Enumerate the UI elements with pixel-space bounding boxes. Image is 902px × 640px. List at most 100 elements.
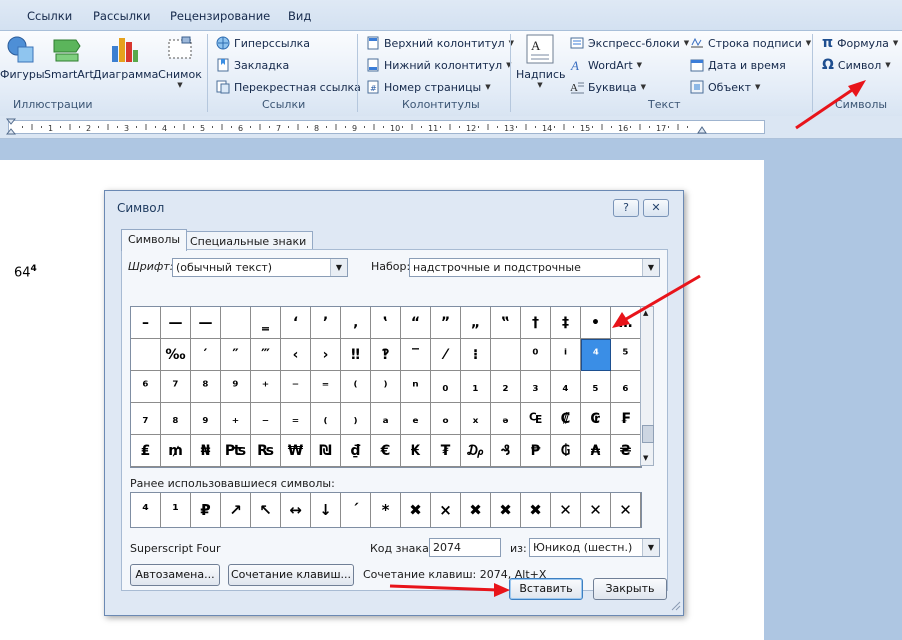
recent-symbol-cell[interactable]: ✕ <box>611 493 641 527</box>
symbol-cell[interactable]: ₀ <box>431 371 461 403</box>
symbol-cell[interactable]: ₄ <box>551 371 581 403</box>
symbol-cell[interactable] <box>491 339 521 371</box>
horizontal-ruler[interactable]: 1 2 3 4 5 6 7 8 9 10 11 12 13 14 15 16 17 <box>8 120 765 134</box>
symbol-cell[interactable]: ₍ <box>311 403 341 435</box>
symbol-cell[interactable]: ₐ <box>371 403 401 435</box>
page-number-button[interactable]: # Номер страницы ▼ <box>366 78 491 96</box>
symbol-cell[interactable]: „ <box>461 307 491 339</box>
subset-select[interactable]: надстрочные и подстрочные ▼ <box>409 258 660 277</box>
symbol-cell[interactable]: ₮ <box>431 435 461 467</box>
symbol-cell[interactable]: ₭ <box>401 435 431 467</box>
symbol-cell[interactable]: “ <box>401 307 431 339</box>
symbol-cell[interactable]: ₫ <box>341 435 371 467</box>
drop-cap-button[interactable]: A Буквица ▼ <box>570 78 646 96</box>
recent-symbol-cell[interactable]: × <box>431 493 461 527</box>
symbol-cell[interactable]: ‗ <box>251 307 281 339</box>
recent-symbol-cell[interactable]: ₽ <box>191 493 221 527</box>
header-button[interactable]: Верхний колонтитул ▼ <box>366 34 514 52</box>
close-button[interactable]: Закрыть <box>593 578 667 600</box>
symbol-cell[interactable]: ⁄ <box>431 339 461 371</box>
symbol-cell[interactable]: ’ <box>311 307 341 339</box>
close-icon[interactable]: ✕ <box>643 199 669 217</box>
right-indent-marker-icon[interactable] <box>697 122 707 137</box>
recent-symbol-cell[interactable]: ´ <box>341 493 371 527</box>
symbol-cell[interactable]: ⁿ <box>401 371 431 403</box>
symbol-cell[interactable]: ‛ <box>371 307 401 339</box>
help-button[interactable]: ? <box>613 199 639 217</box>
symbol-cell[interactable]: ₈ <box>161 403 191 435</box>
grid-scrollbar[interactable]: ▲ ▼ <box>640 306 654 466</box>
symbol-cell[interactable]: ₩ <box>281 435 311 467</box>
symbol-cell[interactable]: ‚ <box>341 307 371 339</box>
textbox-button[interactable]: A Надпись ▼ <box>516 32 566 89</box>
recent-symbol-cell[interactable]: ↗ <box>221 493 251 527</box>
recent-symbol-cell[interactable]: ✕ <box>581 493 611 527</box>
symbol-cell[interactable]: ₤ <box>131 435 161 467</box>
symbol-cell-selected[interactable]: ⁴ <box>581 339 611 371</box>
resize-grip-icon[interactable] <box>671 601 681 614</box>
symbol-cell[interactable]: ₓ <box>461 403 491 435</box>
scroll-thumb[interactable] <box>642 425 654 443</box>
symbol-cell[interactable]: ⁵ <box>611 339 641 371</box>
autocorrect-button[interactable]: Автозамена... <box>130 564 220 586</box>
symbol-cell[interactable]: ₅ <box>581 371 611 403</box>
symbol-cell[interactable]: ₧ <box>221 435 251 467</box>
symbol-cell[interactable]: ₣ <box>611 403 641 435</box>
signature-line-button[interactable]: Строка подписи ▼ <box>690 34 811 52</box>
tab-mailings[interactable]: Рассылки <box>93 9 150 23</box>
recent-symbol-cell[interactable]: ↓ <box>311 493 341 527</box>
symbol-cell[interactable]: ⁻ <box>281 371 311 403</box>
symbol-cell[interactable]: ‡ <box>551 307 581 339</box>
symbol-cell[interactable]: ⁰ <box>521 339 551 371</box>
bookmark-button[interactable]: Закладка <box>216 56 289 74</box>
cross-reference-button[interactable]: Перекрестная ссылка <box>216 78 361 96</box>
symbol-cell[interactable]: ‴ <box>251 339 281 371</box>
recent-symbol-cell[interactable]: ✖ <box>491 493 521 527</box>
symbol-cell[interactable]: ⁸ <box>191 371 221 403</box>
shortcut-key-button[interactable]: Сочетание клавиш... <box>228 564 354 586</box>
hyperlink-button[interactable]: Гиперссылка <box>216 34 310 52</box>
code-input[interactable]: 2074 <box>429 538 501 557</box>
symbol-cell[interactable]: ₯ <box>461 435 491 467</box>
symbol-cell[interactable]: ₃ <box>521 371 551 403</box>
recent-symbol-cell[interactable]: ✕ <box>551 493 581 527</box>
symbol-cell[interactable]: ₥ <box>161 435 191 467</box>
symbol-cell[interactable]: ₱ <box>521 435 551 467</box>
recent-symbol-cell[interactable]: ✖ <box>461 493 491 527</box>
symbol-cell[interactable]: ⁺ <box>251 371 281 403</box>
insert-button[interactable]: Вставить <box>509 578 583 600</box>
symbol-cell[interactable]: ‰ <box>161 339 191 371</box>
quick-parts-button[interactable]: Экспресс-блоки ▼ <box>570 34 689 52</box>
symbol-cell[interactable]: ⁶ <box>131 371 161 403</box>
symbol-cell[interactable]: ⁼ <box>311 371 341 403</box>
symbol-cell[interactable]: ₁ <box>461 371 491 403</box>
recent-symbol-cell[interactable]: ✖ <box>521 493 551 527</box>
symbol-cell[interactable]: ‘ <box>281 307 311 339</box>
symbol-cell[interactable]: ₲ <box>551 435 581 467</box>
symbol-cell[interactable]: ₦ <box>191 435 221 467</box>
symbol-cell[interactable]: ₰ <box>491 435 521 467</box>
recent-symbol-cell[interactable]: ¹ <box>161 493 191 527</box>
symbol-button[interactable]: Ω Символ ▼ <box>822 56 891 74</box>
symbol-cell[interactable]: — <box>191 307 221 339</box>
symbol-cell[interactable]: ‟ <box>491 307 521 339</box>
symbol-cell[interactable]: ₇ <box>131 403 161 435</box>
symbol-cell[interactable]: ₂ <box>491 371 521 403</box>
recent-symbol-cell[interactable]: * <box>371 493 401 527</box>
symbol-cell[interactable]: ′ <box>191 339 221 371</box>
symbol-cell[interactable]: ‾ <box>401 339 431 371</box>
symbol-cell[interactable]: – <box>131 307 161 339</box>
recent-symbol-cell[interactable]: ✖ <box>401 493 431 527</box>
symbol-cell[interactable]: ₴ <box>611 435 641 467</box>
symbol-cell[interactable]: ₋ <box>251 403 281 435</box>
symbol-cell[interactable]: • <box>581 307 611 339</box>
wordart-button[interactable]: A WordArt ▼ <box>570 56 642 74</box>
symbol-cell[interactable]: ⁽ <box>341 371 371 403</box>
symbol-cell[interactable]: ⁷ <box>161 371 191 403</box>
symbol-cell[interactable]: ₒ <box>431 403 461 435</box>
recent-symbol-cell[interactable]: ↖ <box>251 493 281 527</box>
symbol-cell[interactable]: ⁾ <box>371 371 401 403</box>
tab-symbols[interactable]: Символы <box>121 229 188 251</box>
symbol-cell[interactable]: ₔ <box>491 403 521 435</box>
symbol-cell[interactable]: ⁹ <box>221 371 251 403</box>
